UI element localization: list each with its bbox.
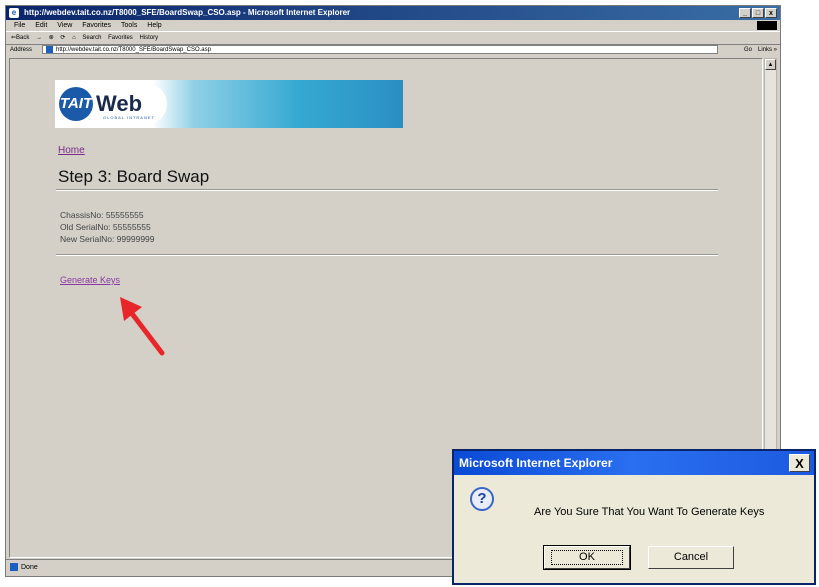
links-button[interactable]: Links »: [758, 44, 777, 56]
cancel-button[interactable]: Cancel: [648, 546, 734, 569]
maximize-button[interactable]: □: [752, 8, 764, 18]
new-serial-number: New SerialNo: 99999999: [60, 234, 155, 244]
title-bar[interactable]: e http://webdev.tait.co.nz/T8000_SFE/Boa…: [6, 6, 780, 20]
dialog-message: Are You Sure That You Want To Generate K…: [534, 506, 765, 518]
scroll-up-icon[interactable]: ▲: [765, 59, 776, 70]
menu-view[interactable]: View: [57, 22, 72, 29]
menu-favorites[interactable]: Favorites: [82, 22, 111, 29]
home-link[interactable]: Home: [58, 145, 85, 156]
ok-button[interactable]: OK: [543, 545, 631, 570]
window-controls: _ □ x: [739, 8, 777, 18]
forward-button[interactable]: →: [36, 35, 42, 41]
favorites-button[interactable]: Favorites: [108, 35, 133, 41]
ie-icon: e: [9, 8, 19, 18]
divider: [56, 254, 718, 256]
chassis-number: ChassisNo: 55555555: [60, 210, 144, 220]
window-title: http://webdev.tait.co.nz/T8000_SFE/Board…: [24, 8, 351, 17]
red-arrow-annotation: [120, 297, 165, 356]
logo-subtitle: GLOBAL INTRANET: [103, 115, 155, 120]
address-label: Address: [10, 47, 33, 53]
menu-tools[interactable]: Tools: [121, 22, 137, 29]
menu-bar: File Edit View Favorites Tools Help: [6, 20, 780, 31]
address-url: http://webdev.tait.co.nz/T8000_SFE/Board…: [56, 47, 211, 54]
board-info: ChassisNo: 55555555 Old SerialNo: 555555…: [60, 209, 155, 245]
menu-file[interactable]: File: [14, 22, 25, 29]
back-button[interactable]: ⇐Back: [11, 35, 29, 41]
refresh-button[interactable]: ⟳: [60, 35, 65, 41]
logo-web-text: Web: [96, 91, 143, 116]
menu-help[interactable]: Help: [147, 22, 161, 29]
page-done-icon: [10, 563, 18, 572]
address-field[interactable]: http://webdev.tait.co.nz/T8000_SFE/Board…: [42, 45, 718, 54]
close-button[interactable]: x: [765, 8, 777, 18]
home-button[interactable]: ⌂: [72, 35, 76, 41]
question-icon: ?: [470, 487, 494, 511]
windows-flag-icon: [757, 21, 777, 30]
dialog-title: Microsoft Internet Explorer: [459, 456, 613, 470]
page-icon: [46, 46, 53, 53]
ok-label: OK: [551, 550, 623, 565]
divider: [56, 189, 718, 191]
minimize-button[interactable]: _: [739, 8, 751, 18]
go-button[interactable]: Go: [744, 44, 752, 56]
address-bar: Address http://webdev.tait.co.nz/T8000_S…: [6, 44, 780, 56]
history-button[interactable]: History: [139, 35, 158, 41]
dialog-title-bar[interactable]: Microsoft Internet Explorer: [454, 451, 814, 475]
page-title: Step 3: Board Swap: [58, 167, 210, 186]
toolbar: ⇐Back → ⊗ ⟳ ⌂ Search Favorites History: [6, 31, 780, 45]
status-text: Done: [21, 564, 38, 571]
generate-keys-link[interactable]: Generate Keys: [60, 275, 120, 285]
search-button[interactable]: Search: [82, 35, 101, 41]
confirm-dialog: Microsoft Internet Explorer X ? Are You …: [452, 449, 816, 585]
menu-edit[interactable]: Edit: [35, 22, 47, 29]
tait-logo-icon: TAIT: [59, 87, 93, 121]
tait-web-banner: TAIT Web GLOBAL INTRANET: [55, 80, 403, 128]
stop-button[interactable]: ⊗: [49, 35, 54, 41]
dialog-close-button[interactable]: X: [789, 454, 810, 472]
old-serial-number: Old SerialNo: 55555555: [60, 222, 151, 232]
